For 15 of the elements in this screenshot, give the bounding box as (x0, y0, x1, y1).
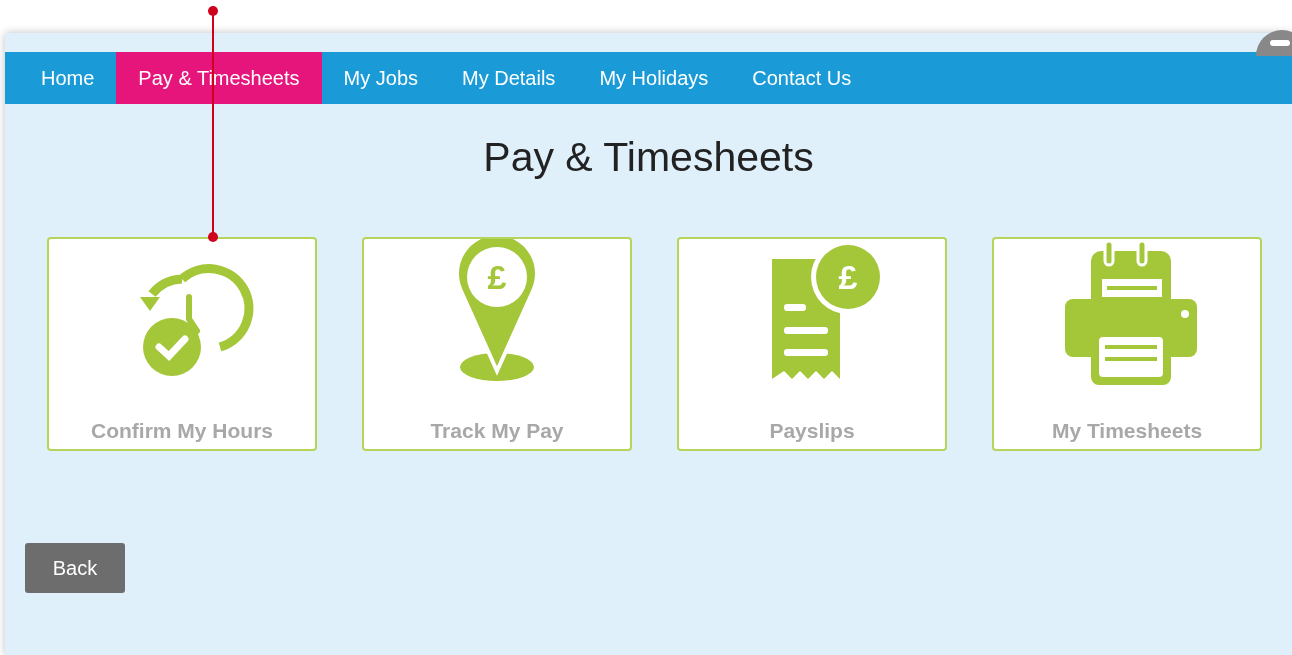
menu-tile[interactable]: £ Payslips (677, 237, 947, 451)
menu-tile[interactable]: My Timesheets (992, 237, 1262, 451)
nav-tab[interactable]: Contact Us (730, 52, 874, 104)
nav-tab[interactable]: Home (19, 52, 117, 104)
menu-tile[interactable]: £ Track My Pay (362, 237, 632, 451)
coin-icon (816, 245, 880, 309)
nav-tab[interactable]: My Jobs (321, 52, 440, 104)
pound-symbol: £ (838, 258, 858, 296)
menu-tile[interactable]: Confirm My Hours (47, 237, 317, 451)
nav-tab[interactable]: Pay & Timesheets (116, 52, 322, 104)
nav-tab[interactable]: My Details (440, 52, 578, 104)
back-button[interactable]: Back (25, 543, 125, 593)
nav-tab[interactable]: My Holidays (577, 52, 731, 104)
page-title: Pay & Timesheets (482, 134, 815, 181)
pound-symbol: £ (487, 258, 507, 296)
